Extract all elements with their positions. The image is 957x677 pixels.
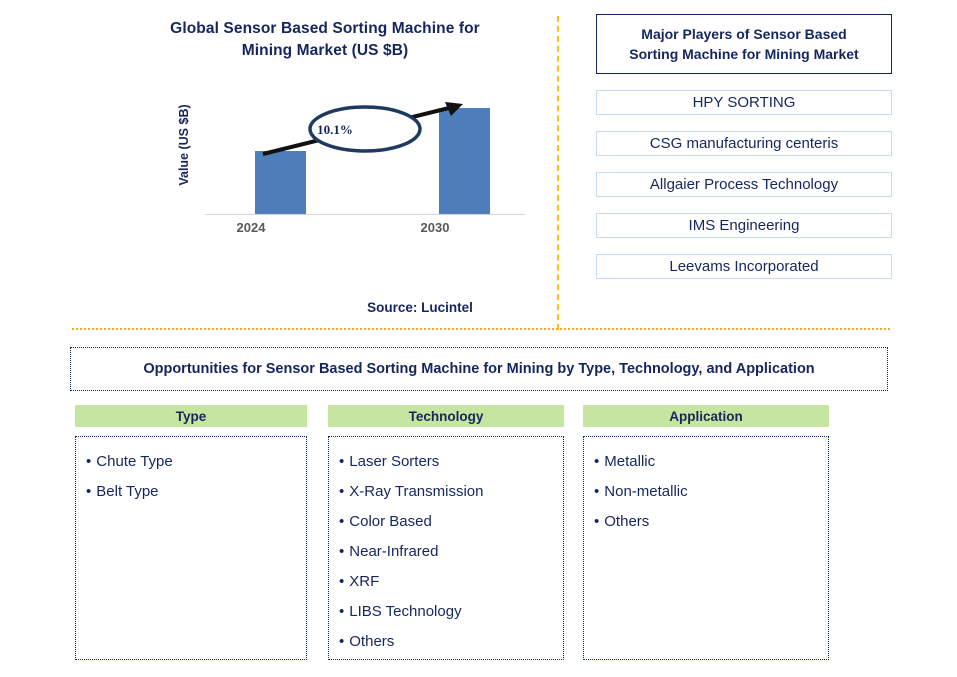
list-item-label: XRF: [349, 573, 380, 590]
x-tick-2030: 2030: [420, 220, 450, 235]
list-item-label: Near-Infrared: [349, 543, 439, 560]
opportunities-banner: Opportunities for Sensor Based Sorting M…: [70, 347, 888, 391]
list-item: • Chute Type: [86, 447, 306, 477]
list-item: • Metallic: [594, 447, 828, 477]
player-name: IMS Engineering: [688, 217, 800, 234]
list-item-label: Non-metallic: [604, 483, 688, 500]
y-axis-label: Value (US $B): [177, 104, 191, 186]
player-name: CSG manufacturing centeris: [649, 135, 839, 152]
bullet-icon: •: [86, 453, 92, 470]
list-item: • Others: [339, 627, 563, 657]
list-item-label: Others: [604, 513, 650, 530]
player-item-1: HPY SORTING: [596, 90, 892, 115]
major-players-header-line-1: Major Players of Sensor Based: [641, 26, 847, 42]
segment-list-type: • Chute Type • Belt Type: [75, 436, 307, 660]
segment-header-application: Application: [583, 405, 829, 427]
player-item-4: IMS Engineering: [596, 213, 892, 238]
list-item-label: Others: [349, 633, 395, 650]
list-item: • Near-Infrared: [339, 537, 563, 567]
player-item-2: CSG manufacturing centeris: [596, 131, 892, 156]
list-item: • LIBS Technology: [339, 597, 563, 627]
bullet-icon: •: [594, 453, 600, 470]
list-item-label: Chute Type: [96, 453, 173, 470]
player-item-5: Leevams Incorporated: [596, 254, 892, 279]
list-item: • Color Based: [339, 507, 563, 537]
bullet-icon: •: [339, 543, 345, 560]
list-item: • Others: [594, 507, 828, 537]
list-item: • XRF: [339, 567, 563, 597]
player-name: Leevams Incorporated: [669, 258, 819, 275]
x-tick-2024: 2024: [236, 220, 266, 235]
bullet-icon: •: [339, 573, 345, 590]
growth-arrow-callout: [262, 102, 463, 156]
player-name: Allgaier Process Technology: [649, 176, 839, 193]
major-players-header-line-2: Sorting Machine for Mining Market: [629, 46, 859, 62]
list-item: • X-Ray Transmission: [339, 477, 563, 507]
list-item-label: Laser Sorters: [349, 453, 440, 470]
bullet-icon: •: [594, 483, 600, 500]
bullet-icon: •: [594, 513, 600, 530]
segment-header-technology: Technology: [328, 405, 564, 427]
major-players-panel: Major Players of Sensor Based Sorting Ma…: [596, 14, 892, 279]
list-item: • Non-metallic: [594, 477, 828, 507]
segment-list-application: • Metallic • Non-metallic • Others: [583, 436, 829, 660]
player-name: HPY SORTING: [692, 94, 796, 111]
list-item-label: Belt Type: [96, 483, 159, 500]
bar-chart: Value (US $B) 10.1% 2024 2030: [175, 92, 525, 235]
list-item: • Belt Type: [86, 477, 306, 507]
bullet-icon: •: [339, 633, 345, 650]
horizontal-divider: [72, 328, 890, 330]
bullet-icon: •: [339, 603, 345, 620]
segment-header-type: Type: [75, 405, 307, 427]
list-item-label: X-Ray Transmission: [349, 483, 484, 500]
vertical-divider: [557, 16, 559, 330]
bullet-icon: •: [339, 513, 345, 530]
chart-title-line-2: Mining Market (US $B): [241, 42, 409, 59]
list-item: • Laser Sorters: [339, 447, 563, 477]
list-item-label: Color Based: [349, 513, 432, 530]
chart-title: Global Sensor Based Sorting Machine for …: [110, 18, 540, 62]
x-axis-line: [205, 214, 525, 215]
chart-title-line-1: Global Sensor Based Sorting Machine for: [170, 20, 480, 37]
player-item-3: Allgaier Process Technology: [596, 172, 892, 197]
market-chart-panel: Global Sensor Based Sorting Machine for …: [0, 0, 557, 330]
list-item-label: LIBS Technology: [349, 603, 462, 620]
bullet-icon: •: [339, 483, 345, 500]
source-note: Source: Lucintel: [367, 300, 473, 315]
bullet-icon: •: [86, 483, 92, 500]
list-item-label: Metallic: [604, 453, 656, 470]
infographic-page: Global Sensor Based Sorting Machine for …: [0, 0, 957, 677]
cagr-value-label: 10.1%: [317, 122, 353, 137]
segment-list-technology: • Laser Sorters • X-Ray Transmission • Colo…: [328, 436, 564, 660]
bullet-icon: •: [339, 453, 345, 470]
major-players-header: Major Players of Sensor Based Sorting Ma…: [596, 14, 892, 74]
